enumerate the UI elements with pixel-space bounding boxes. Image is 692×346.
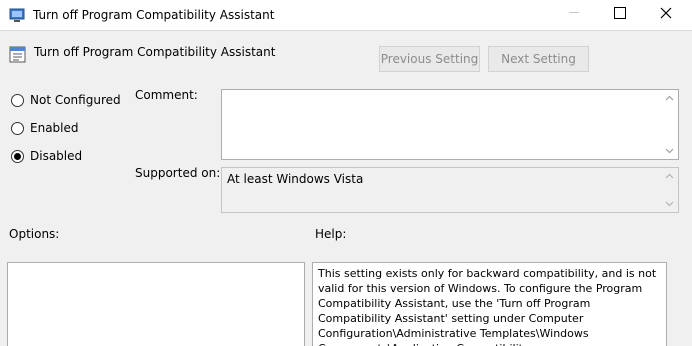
radio-button-checked[interactable]	[11, 149, 24, 163]
window-title: Turn off Program Compatibility Assistant	[33, 8, 275, 22]
comment-label: Comment:	[135, 88, 198, 102]
comment-scrollbar[interactable]	[661, 90, 678, 159]
close-icon	[660, 7, 672, 19]
supported-on-label: Supported on:	[135, 166, 221, 180]
title-bar: Turn off Program Compatibility Assistant	[0, 0, 692, 31]
help-panel: This setting exists only for backward co…	[312, 262, 667, 346]
supported-on-field: At least Windows Vista	[221, 167, 679, 213]
scroll-down-icon[interactable]	[661, 142, 678, 159]
help-label: Help:	[315, 227, 347, 241]
policy-setting-icon	[9, 46, 26, 63]
supported-on-value: At least Windows Vista	[227, 172, 364, 186]
not-configured-radio[interactable]: Not Configured	[11, 92, 121, 108]
policy-app-icon	[9, 8, 27, 23]
close-button[interactable]	[643, 0, 689, 28]
comment-textarea[interactable]	[221, 89, 679, 160]
scroll-up-icon[interactable]	[661, 90, 678, 107]
policy-title: Turn off Program Compatibility Assistant	[34, 45, 276, 59]
help-text: This setting exists only for backward co…	[318, 267, 657, 346]
disabled-label: Disabled	[30, 149, 83, 163]
radio-button-unchecked[interactable]	[11, 93, 24, 107]
maximize-button[interactable]	[597, 0, 643, 28]
scroll-up-icon[interactable]	[661, 168, 678, 185]
supported-scrollbar[interactable]	[661, 168, 678, 212]
disabled-radio[interactable]: Disabled	[11, 148, 82, 164]
radio-button-unchecked[interactable]	[11, 121, 24, 135]
minimize-button[interactable]	[551, 0, 597, 28]
not-configured-label: Not Configured	[30, 93, 121, 107]
previous-setting-button[interactable]: Previous Setting	[379, 46, 480, 72]
options-panel	[7, 262, 305, 346]
options-label: Options:	[9, 227, 60, 241]
enabled-radio[interactable]: Enabled	[11, 120, 79, 136]
scroll-down-icon[interactable]	[661, 195, 678, 212]
next-setting-button[interactable]: Next Setting	[488, 46, 589, 72]
enabled-label: Enabled	[30, 121, 79, 135]
